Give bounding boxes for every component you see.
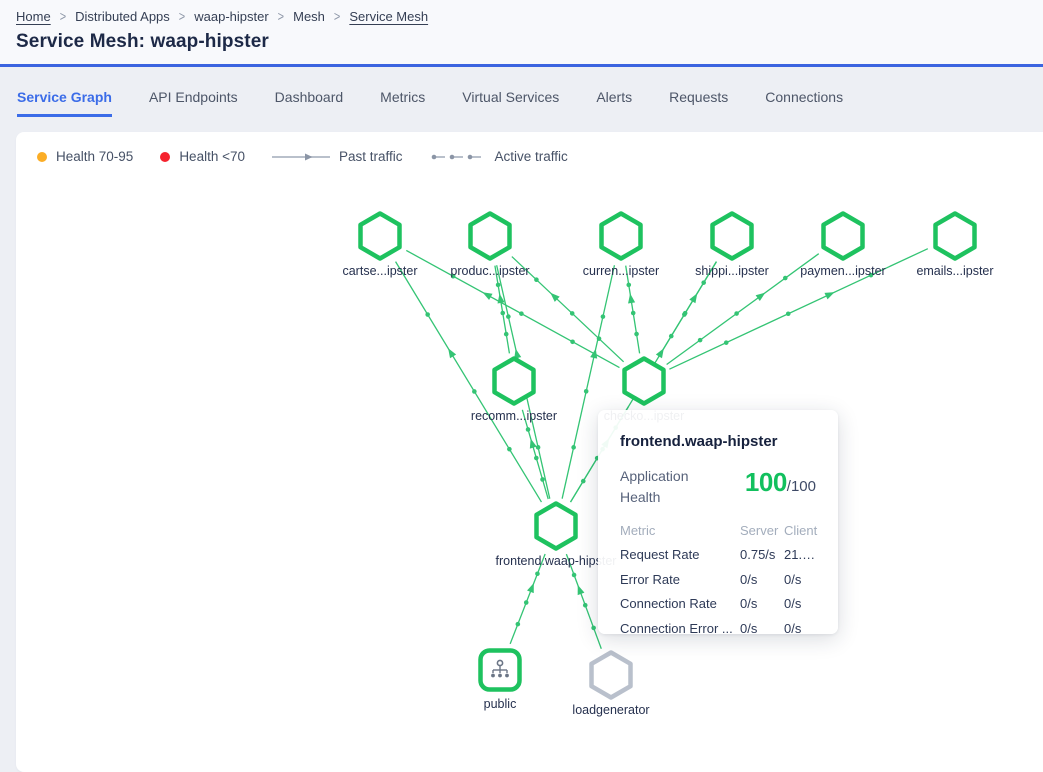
node-label: recomm...ipster — [439, 409, 589, 423]
service-hexagon-icon — [589, 650, 633, 700]
tab-bar: Service Graph API Endpoints Dashboard Metri… — [0, 67, 1043, 133]
service-hexagon-icon — [599, 211, 643, 261]
node-loadgenerator[interactable]: loadgenerator — [589, 650, 633, 705]
page-header: Home > Distributed Apps > waap-hipster > Mesh >… — [0, 0, 1043, 67]
breadcrumb-item-distributed-apps[interactable]: Distributed Apps — [75, 9, 170, 24]
service-graph-canvas[interactable]: cartse...ipster produc...ipster curren...i… — [16, 132, 1043, 772]
breadcrumb-item-home[interactable]: Home — [16, 9, 51, 24]
node-productcatalog[interactable]: produc...ipster — [468, 211, 512, 266]
tooltip-cell-server: 0/s — [740, 572, 784, 587]
tab-connections[interactable]: Connections — [765, 89, 843, 117]
tooltip-cell-metric: Error Rate — [620, 572, 740, 587]
service-hexagon-icon — [933, 211, 977, 261]
breadcrumb-separator: > — [60, 9, 66, 24]
edge-frontend-to-recommendation — [522, 410, 548, 499]
breadcrumb-separator: > — [179, 9, 185, 24]
node-recommendation[interactable]: recomm...ipster — [492, 356, 536, 411]
service-hexagon-icon — [622, 356, 666, 406]
node-currencyservice[interactable]: curren...ipster — [599, 211, 643, 266]
graph-edges — [16, 132, 1043, 772]
node-checkout[interactable]: checko...ipster — [622, 356, 666, 411]
service-hexagon-icon — [358, 211, 402, 261]
tooltip-col-header-metric: Metric — [620, 523, 740, 538]
service-hexagon-icon — [821, 211, 865, 261]
tooltip-cell-metric: Connection Rate — [620, 596, 740, 611]
node-emailservice[interactable]: emails...ipster — [933, 211, 977, 266]
node-frontend[interactable]: frontend.waap-hipster — [534, 501, 578, 556]
health-max: /100 — [787, 478, 816, 495]
edge-loadgenerator-to-frontend — [566, 554, 601, 649]
breadcrumb-separator: > — [278, 9, 284, 24]
node-public[interactable]: public — [478, 648, 522, 697]
breadcrumb-item-waap-hipster[interactable]: waap-hipster — [194, 9, 268, 24]
breadcrumb-item-mesh[interactable]: Mesh — [293, 9, 325, 24]
node-tooltip: frontend.waap-hipster Application Health… — [598, 410, 838, 634]
service-hexagon-icon — [492, 356, 536, 406]
tab-requests[interactable]: Requests — [669, 89, 728, 117]
breadcrumb-item-service-mesh[interactable]: Service Mesh — [349, 9, 428, 24]
tooltip-cell-metric: Connection Error ... — [620, 621, 740, 636]
service-hexagon-icon — [468, 211, 512, 261]
breadcrumb-separator: > — [334, 9, 340, 24]
tab-virtual-services[interactable]: Virtual Services — [462, 89, 559, 117]
tab-alerts[interactable]: Alerts — [596, 89, 632, 117]
tooltip-cell-client: 0/s — [784, 596, 816, 611]
tab-service-graph[interactable]: Service Graph — [17, 89, 112, 117]
tooltip-metric-table: MetricServerClient Request Rate0.75/s21.7… — [620, 523, 816, 636]
service-graph-panel: Health 70-95Health <70Past trafficActive… — [16, 132, 1043, 772]
tooltip-cell-server: 0/s — [740, 596, 784, 611]
node-cartservice[interactable]: cartse...ipster — [358, 211, 402, 266]
service-hexagon-icon — [534, 501, 578, 551]
breadcrumb: Home > Distributed Apps > waap-hipster > Mesh >… — [16, 9, 1027, 24]
tooltip-cell-client: 0/s — [784, 572, 816, 587]
node-label: loadgenerator — [536, 703, 686, 717]
tooltip-col-header-server: Server — [740, 523, 784, 538]
gateway-icon — [478, 648, 522, 692]
service-hexagon-icon — [710, 211, 754, 261]
tooltip-cell-server: 0.75/s — [740, 547, 784, 562]
tooltip-health-value: 100/100 — [745, 466, 816, 498]
tab-dashboard[interactable]: Dashboard — [275, 89, 344, 117]
tooltip-cell-server: 0/s — [740, 621, 784, 636]
tooltip-cell-client: 21.7/s — [784, 547, 816, 562]
tooltip-title: frontend.waap-hipster — [620, 433, 816, 450]
tab-api-endpoints[interactable]: API Endpoints — [149, 89, 238, 117]
node-label: produc...ipster — [415, 264, 565, 278]
tab-metrics[interactable]: Metrics — [380, 89, 425, 117]
tooltip-col-header-client: Client — [784, 523, 816, 538]
tooltip-health-label: Application Health — [620, 466, 716, 509]
tooltip-cell-metric: Request Rate — [620, 547, 740, 562]
edge-checkout-to-currencyservice — [626, 266, 640, 354]
tooltip-cell-client: 0/s — [784, 621, 816, 636]
health-score: 100 — [745, 467, 787, 497]
node-shippingservice[interactable]: shippi...ipster — [710, 211, 754, 266]
node-paymentservice[interactable]: paymen...ipster — [821, 211, 865, 266]
page-title: Service Mesh: waap-hipster — [16, 31, 1027, 53]
node-label: emails...ipster — [880, 264, 1030, 278]
